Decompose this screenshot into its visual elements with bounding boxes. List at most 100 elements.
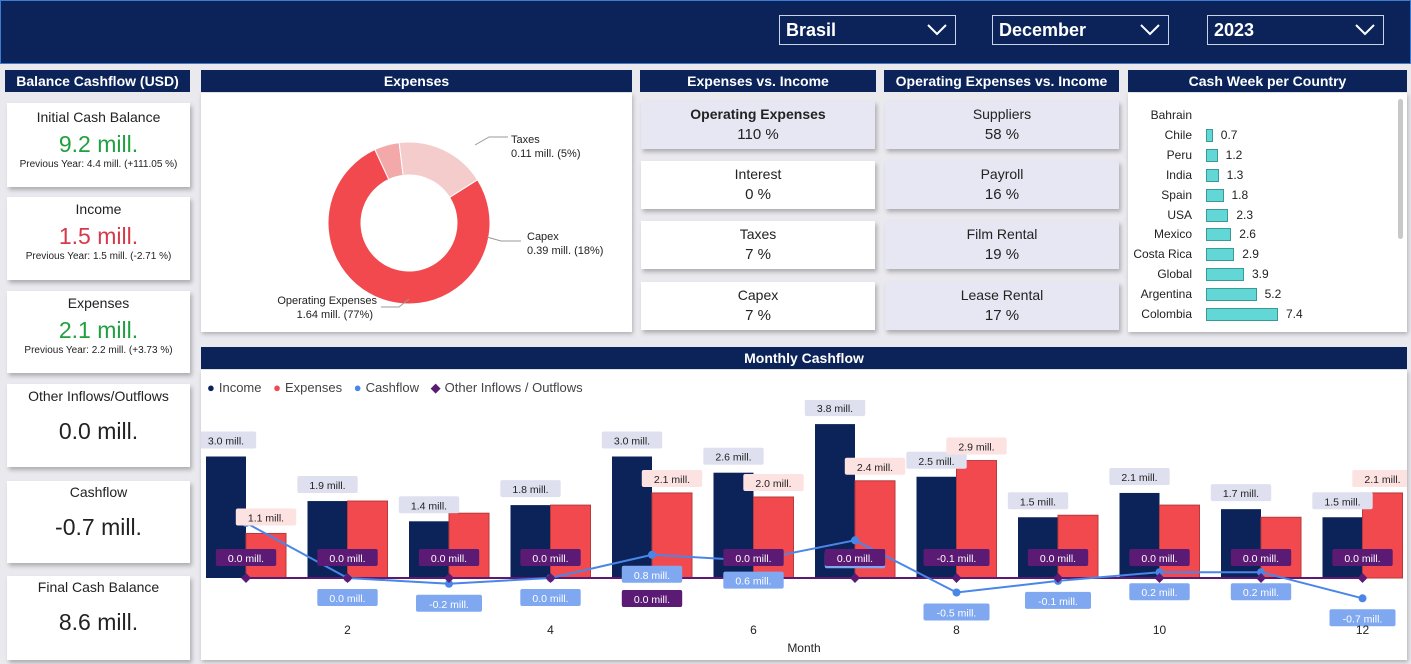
cell-label: Film Rental	[966, 226, 1038, 242]
capex-leader-line	[486, 236, 521, 242]
cash-week-scrollbar[interactable]	[1398, 99, 1403, 239]
x-tick-label: 6	[750, 623, 757, 637]
top-bar: Brasil December 2023	[0, 0, 1411, 64]
income-bar[interactable]	[510, 505, 551, 578]
cash-week-header: Cash Week per Country	[1128, 70, 1407, 92]
expenses-bar[interactable]	[347, 500, 388, 579]
cell-label: Suppliers	[972, 106, 1032, 122]
legend-cashflow[interactable]: ● Cashflow	[354, 380, 423, 395]
kpi-value: 8.6 mill.	[58, 609, 139, 635]
expenses-donut-panel: Taxes 0.11 mill. (5%) Capex 0.39 mill. (…	[201, 93, 632, 332]
cell-label: Lease Rental	[960, 287, 1044, 303]
expenses-data-label: 2.0 mill.	[755, 478, 791, 490]
monthly-cashflow-chart: 3.0 mill. 1.1 mill. 0.0 mill. 1.9 mill. 0.0 …	[201, 400, 1407, 655]
country-bar-row[interactable]: USA 2.3	[1128, 205, 1398, 225]
x-tick-label: 2	[344, 623, 351, 637]
country-bar-row[interactable]: Spain 1.8	[1128, 185, 1398, 205]
cell-label: Payroll	[980, 166, 1024, 182]
cashflow-point[interactable]	[952, 588, 961, 597]
cashflow-card: Cashflow -0.7 mill.	[7, 481, 190, 563]
legend-expenses[interactable]: ● Expenses	[273, 380, 346, 395]
cell-value: 17 %	[984, 307, 1020, 324]
cell-label: Capex	[737, 287, 779, 303]
country-bar-row[interactable]: Global 3.9	[1128, 264, 1398, 284]
legend-label: Cashflow	[365, 380, 420, 395]
income-card: Income 1.5 mill. Previous Year: 1.5 mill…	[7, 197, 190, 280]
country-bar-row[interactable]: Peru 1.2	[1128, 145, 1398, 165]
legend-dot-icon: ●	[207, 380, 215, 395]
country-bar	[1206, 128, 1213, 142]
cashflow-data-label: -0.2 mill.	[429, 599, 469, 611]
cell-value: 0 %	[745, 186, 771, 203]
year-slicer[interactable]: 2023	[1207, 15, 1384, 45]
expenses-bar[interactable]	[550, 504, 591, 579]
expenses-bar[interactable]	[448, 512, 490, 579]
kpi-value: 0.0 mill.	[58, 418, 139, 444]
country-label: Colombia	[1141, 307, 1192, 321]
country-bar	[1206, 168, 1219, 182]
country-bar-row[interactable]: Mexico 2.6	[1128, 224, 1398, 244]
initial-cash-card: Initial Cash Balance 9.2 mill. Previous …	[7, 103, 190, 187]
country-label: Argentina	[1140, 287, 1192, 302]
month-slicer-value: December	[999, 20, 1087, 40]
chevron-down-icon	[1140, 24, 1160, 36]
country-bar	[1206, 268, 1244, 282]
country-bar-row[interactable]: Chile 0.7	[1128, 125, 1398, 145]
month-slicer[interactable]: December	[992, 15, 1169, 45]
cashflow-point[interactable]	[851, 536, 859, 545]
cashflow-data-label: 0.2 mill.	[1141, 587, 1177, 599]
legend-dot-icon: ●	[273, 380, 281, 395]
country-label: Global	[1157, 267, 1192, 282]
legend-other[interactable]: ◆ Other Inflows / Outflows	[431, 380, 587, 395]
income-bar[interactable]	[1322, 517, 1363, 578]
income-data-label: 1.7 mill.	[1223, 488, 1259, 500]
opex-label: Operating Expenses	[277, 295, 377, 307]
country-bar-row[interactable]: Colombia 7.4	[1128, 304, 1398, 324]
cashflow-data-label: -0.1 mill.	[1038, 596, 1078, 608]
country-bar	[1206, 208, 1229, 222]
income-bar[interactable]	[1018, 517, 1058, 578]
expenses-data-label: 2.4 mill.	[857, 462, 893, 474]
country-label: Mexico	[1153, 227, 1192, 242]
expenses-data-label: 2.1 mill.	[1364, 474, 1400, 486]
cash-week-panel: Bahrain Chile 0.7 Peru 1.2 India 1.3 Spain 1.8 US…	[1128, 93, 1407, 332]
kpi-value: -0.7 mill.	[55, 514, 142, 540]
other-inflows-card: Other Inflows/Outflows 0.0 mill.	[7, 384, 190, 467]
country-label: Peru	[1166, 147, 1192, 162]
capex-value: 0.39 mill. (18%)	[527, 245, 603, 257]
taxes-value: 0.11 mill. (5%)	[511, 148, 580, 160]
country-bar-row[interactable]: Bahrain	[1128, 105, 1398, 125]
expenses-data-label: 2.9 mill.	[958, 442, 994, 454]
kpi-title: Final Cash Balance	[37, 579, 160, 595]
legend-income[interactable]: ● Income	[207, 380, 266, 395]
taxes-leader-line	[474, 136, 508, 146]
kpi-previous-year: Previous Year: 1.5 mill. (-2.71 %)	[25, 251, 172, 262]
income-bar[interactable]	[1221, 509, 1261, 578]
country-bar	[1206, 148, 1218, 162]
cell-value: 110 %	[737, 126, 779, 143]
cashflow-data-label: 0.8 mill.	[634, 570, 670, 582]
country-bar-row[interactable]: Argentina 5.2	[1128, 284, 1398, 304]
balance-header: Balance Cashflow (USD)	[5, 70, 190, 92]
exp-vs-income-header: Expenses vs. Income	[640, 70, 876, 92]
country-slicer[interactable]: Brasil	[779, 15, 956, 45]
expenses-bar[interactable]	[1159, 504, 1200, 579]
cashflow-point[interactable]	[648, 550, 656, 559]
cell-value: 7 %	[745, 246, 771, 263]
country-label: India	[1165, 167, 1192, 182]
country-bar-row[interactable]: Costa Rica 2.9	[1128, 244, 1398, 264]
country-bar-value: 1.2	[1225, 147, 1243, 162]
kpi-value: 2.1 mill.	[58, 317, 139, 343]
expenses-card: Expenses 2.1 mill. Previous Year: 2.2 mi…	[7, 291, 190, 373]
income-data-label: 1.9 mill.	[309, 480, 345, 492]
cashflow-data-label: 0.2 mill.	[1243, 587, 1279, 599]
country-bar-row[interactable]: India 1.3	[1128, 165, 1398, 185]
income-data-label: 1.5 mill.	[1020, 496, 1056, 508]
expenses-bar[interactable]	[1260, 516, 1302, 579]
country-bar	[1206, 188, 1224, 202]
opex-film-rental: Film Rental 19 %	[885, 221, 1119, 269]
cashflow-point[interactable]	[1358, 594, 1367, 603]
expenses-bar[interactable]	[1057, 514, 1099, 579]
expenses-bar[interactable]	[651, 492, 693, 579]
cell-value: 58 %	[984, 126, 1020, 143]
